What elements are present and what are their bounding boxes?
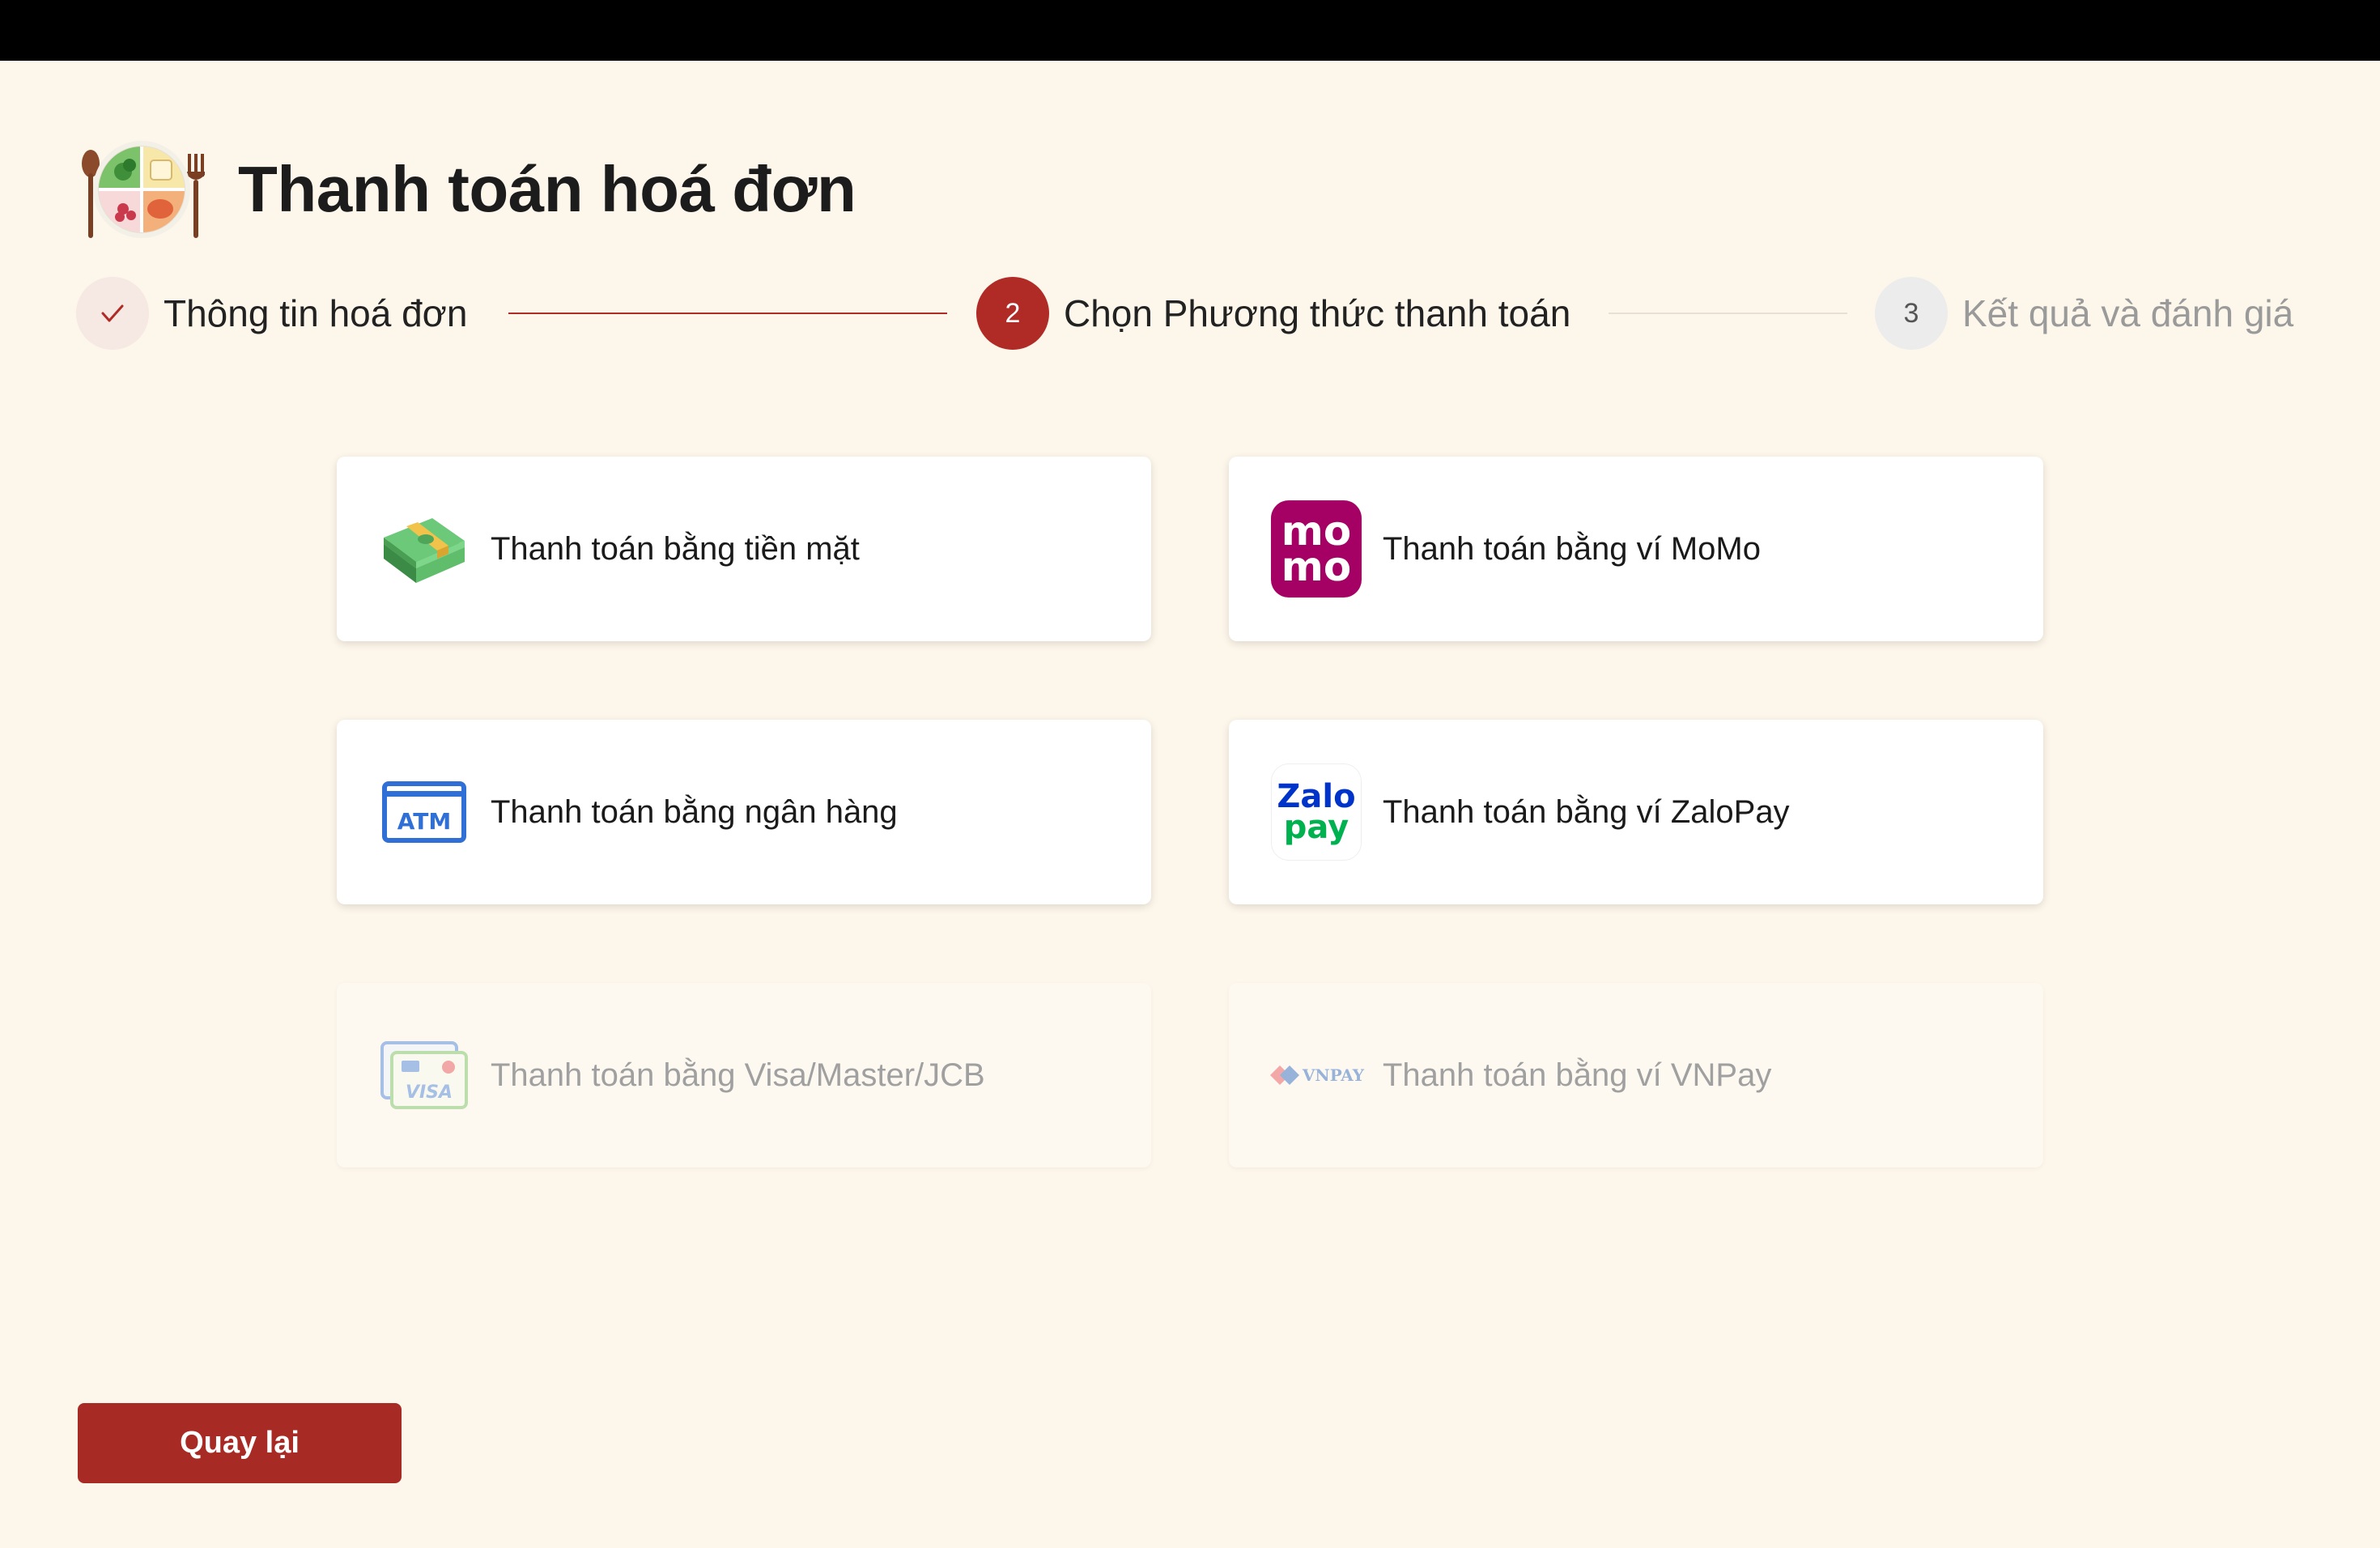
payment-option-label: Thanh toán bằng Visa/Master/JCB: [491, 1057, 985, 1093]
window-top-bar: [0, 0, 2380, 61]
page-header: Thanh toán hoá đơn: [76, 134, 856, 245]
food-plate-icon: [82, 141, 205, 238]
payment-option-card: VISA Thanh toán bằng Visa/Master/JCB: [337, 983, 1151, 1167]
payment-option-label: Thanh toán bằng ví ZaloPay: [1383, 793, 1790, 830]
zalopay-icon: Zalo pay: [1271, 763, 1362, 861]
payment-option-vnpay: VNPAY Thanh toán bằng ví VNPay: [1229, 983, 2043, 1167]
stepper-connector-pending: [1609, 313, 1847, 314]
vnpay-icon-text: VNPAY: [1302, 1065, 1365, 1085]
zalopay-icon-text-top: Zalo: [1277, 778, 1356, 815]
payment-option-cash[interactable]: Thanh toán bằng tiền mặt: [337, 457, 1151, 641]
payment-option-bank[interactable]: ATM Thanh toán bằng ngân hàng: [337, 720, 1151, 904]
payment-option-label: Thanh toán bằng ví MoMo: [1383, 530, 1761, 567]
atm-card-icon: ATM: [379, 767, 470, 857]
momo-icon: mo mo: [1271, 500, 1362, 598]
step-3-indicator: 3: [1875, 277, 1948, 350]
zalopay-icon-text-bottom: pay: [1283, 809, 1349, 846]
step-invoice-info[interactable]: Thông tin hoá đơn: [76, 277, 467, 350]
step-1-indicator: [76, 277, 149, 350]
stepper-connector-completed: [508, 313, 947, 314]
progress-stepper: Thông tin hoá đơn 2 Chọn Phương thức tha…: [76, 277, 2304, 350]
back-button[interactable]: Quay lại: [78, 1403, 402, 1483]
payment-option-label: Thanh toán bằng ngân hàng: [491, 793, 898, 830]
cash-icon: [379, 504, 470, 594]
visa-icon-text: VISA: [405, 1082, 453, 1103]
momo-icon-text-bottom: mo: [1281, 543, 1352, 590]
check-icon: [101, 304, 124, 322]
step-payment-method[interactable]: 2 Chọn Phương thức thanh toán: [976, 277, 1570, 350]
step-result-review: 3 Kết quả và đánh giá: [1875, 277, 2293, 350]
step-3-label: Kết quả và đánh giá: [1962, 292, 2294, 334]
payment-option-momo[interactable]: mo mo Thanh toán bằng ví MoMo: [1229, 457, 2043, 641]
payment-option-zalopay[interactable]: Zalo pay Thanh toán bằng ví ZaloPay: [1229, 720, 2043, 904]
visa-card-icon: VISA: [379, 1030, 470, 1121]
step-2-indicator: 2: [976, 277, 1049, 350]
atm-icon-text: ATM: [397, 808, 452, 835]
payment-option-label: Thanh toán bằng tiền mặt: [491, 530, 860, 567]
vnpay-icon: VNPAY: [1269, 1030, 1365, 1121]
step-2-label: Chọn Phương thức thanh toán: [1064, 292, 1571, 334]
page-title: Thanh toán hoá đơn: [238, 153, 856, 225]
payment-option-label: Thanh toán bằng ví VNPay: [1383, 1057, 1772, 1093]
step-1-label: Thông tin hoá đơn: [164, 292, 468, 334]
